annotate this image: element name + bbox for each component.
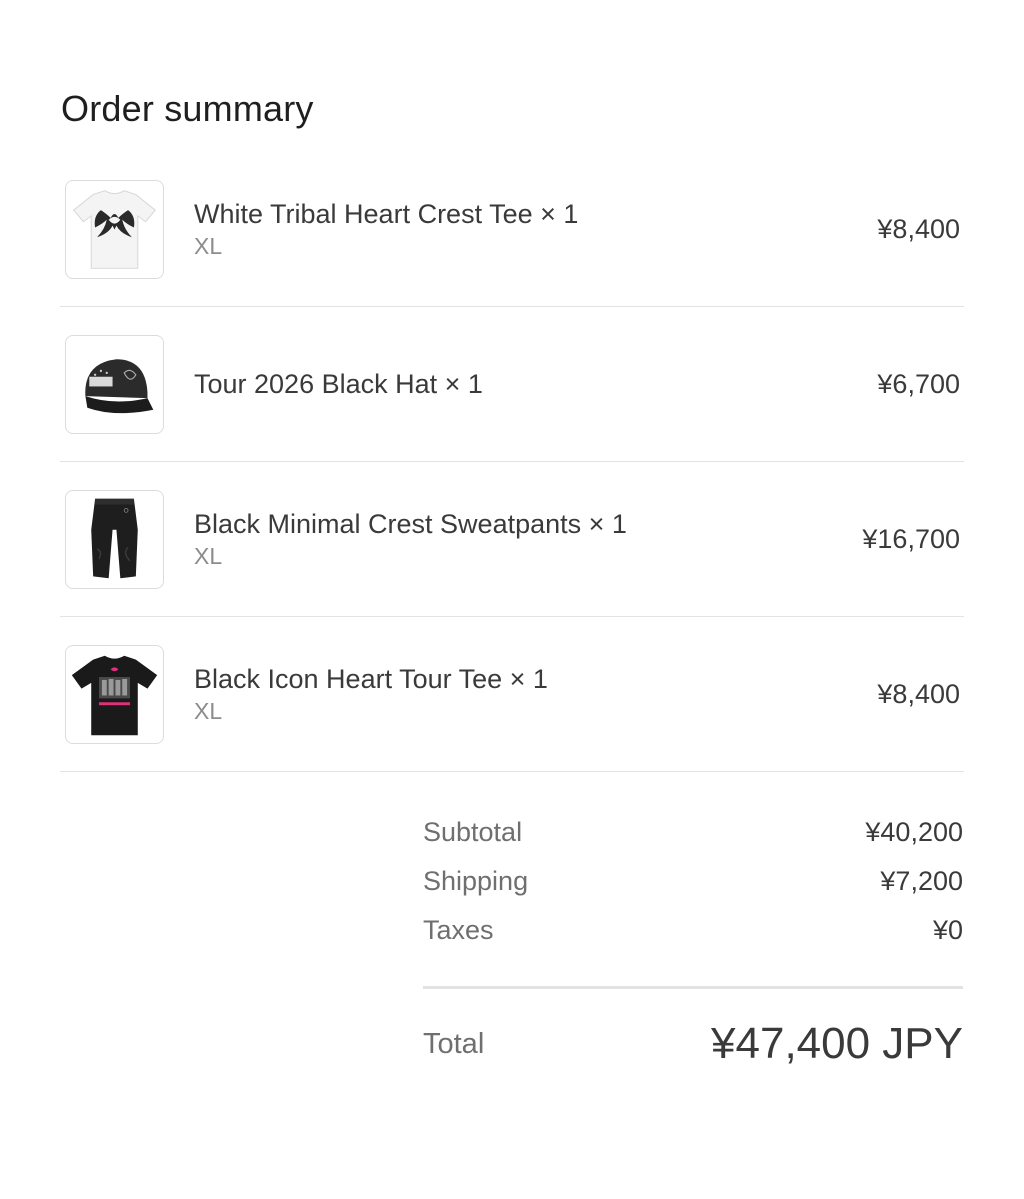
item-name: Black Minimal Crest Sweatpants × 1 [194, 509, 627, 539]
black-tee-icon [65, 645, 164, 744]
black-hat-icon [65, 335, 164, 434]
item-price: ¥8,400 [877, 213, 960, 244]
total-value: ¥47,400 JPY [711, 1019, 963, 1068]
item-name: White Tribal Heart Crest Tee × 1 [194, 199, 579, 229]
order-items-list: White Tribal Heart Crest Tee × 1 XL ¥8,4… [60, 152, 964, 772]
subtotal-row: Subtotal ¥40,200 [423, 808, 963, 857]
order-item: Black Icon Heart Tour Tee × 1 XL ¥8,400 [60, 617, 964, 772]
subtotal-label: Subtotal [423, 817, 523, 847]
black-sweatpants-icon [65, 490, 164, 589]
item-price: ¥16,700 [862, 523, 960, 554]
item-info: White Tribal Heart Crest Tee × 1 XL [194, 152, 578, 306]
white-tee-icon [65, 180, 164, 279]
item-info: Black Icon Heart Tour Tee × 1 XL [194, 617, 548, 771]
totals-divider [423, 986, 963, 989]
shipping-label: Shipping [423, 866, 529, 896]
order-item: White Tribal Heart Crest Tee × 1 XL ¥8,4… [60, 152, 964, 307]
item-variant: XL [194, 233, 223, 259]
item-info: Black Minimal Crest Sweatpants × 1 XL [194, 462, 627, 616]
total-row: Total ¥47,400 JPY [423, 1019, 963, 1069]
item-price: ¥8,400 [877, 678, 960, 709]
taxes-label: Taxes [423, 915, 494, 945]
item-info: Tour 2026 Black Hat × 1 [194, 307, 483, 461]
item-variant: XL [194, 698, 223, 724]
shipping-row: Shipping ¥7,200 [423, 857, 963, 906]
subtotal-value: ¥40,200 [865, 817, 963, 847]
shipping-value: ¥7,200 [880, 866, 963, 896]
page-title: Order summary [61, 88, 314, 129]
order-totals: Subtotal ¥40,200 Shipping ¥7,200 Taxes ¥… [423, 808, 963, 1069]
item-name: Tour 2026 Black Hat × 1 [194, 369, 483, 399]
item-variant: XL [194, 543, 223, 569]
item-name: Black Icon Heart Tour Tee × 1 [194, 664, 548, 694]
taxes-value: ¥0 [932, 915, 963, 945]
total-label: Total [423, 1027, 485, 1060]
order-item: Black Minimal Crest Sweatpants × 1 XL ¥1… [60, 462, 964, 617]
order-item: Tour 2026 Black Hat × 1 ¥6,700 [60, 307, 964, 462]
item-price: ¥6,700 [877, 368, 960, 399]
taxes-row: Taxes ¥0 [423, 906, 963, 955]
